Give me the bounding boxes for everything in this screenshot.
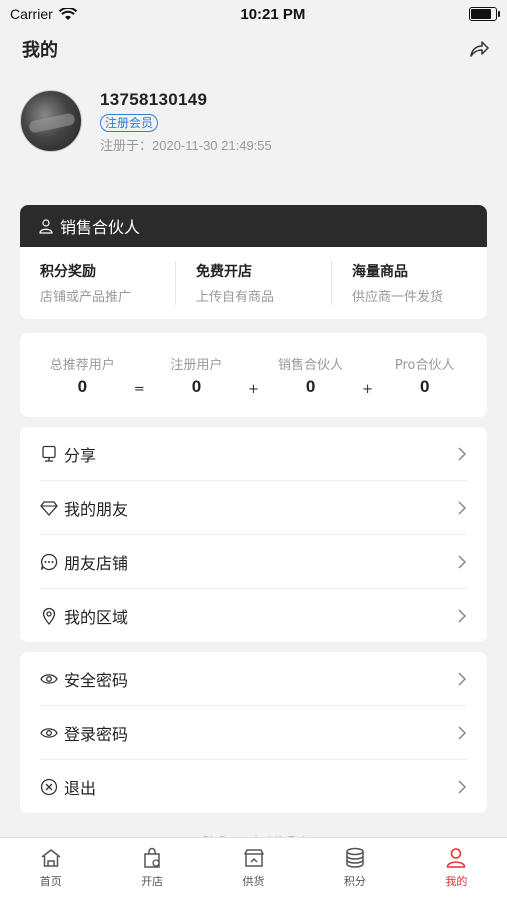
chevron-right-icon (458, 608, 467, 623)
menu-item-logout[interactable]: 退出 (40, 760, 467, 813)
tab-label: 积分 (343, 875, 366, 888)
shop-bag-icon (140, 846, 164, 870)
eye-icon (40, 670, 58, 688)
partner-benefit: 积分奖励 店铺或产品推广 (20, 261, 176, 305)
partner-card[interactable]: 销售合伙人 积分奖励 店铺或产品推广 免费开店 上传自有商品 海量商品 供应商一… (20, 205, 487, 319)
tab-label: 供货 (242, 875, 265, 888)
stat-value: 0 (305, 376, 316, 396)
menu-item-my-friends[interactable]: 我的朋友 (40, 481, 467, 535)
tab-open-store[interactable]: 开店 (101, 838, 202, 900)
stat-pro-partners[interactable]: Pro合伙人 0 (380, 354, 470, 397)
user-outline-icon (39, 219, 53, 234)
menu-group-security: 安全密码 登录密码 退出 (20, 652, 487, 813)
chat-icon (40, 553, 58, 571)
status-time: 10:21 PM (240, 5, 306, 23)
partner-benefit: 免费开店 上传自有商品 (176, 261, 332, 305)
coins-icon (343, 846, 367, 870)
benefit-subtitle: 店铺或产品推广 (40, 290, 132, 305)
page-title: 我的 (22, 40, 58, 61)
menu-item-share[interactable]: 分享 (40, 427, 467, 481)
wifi-icon (58, 7, 77, 20)
stat-value: 0 (191, 376, 202, 396)
stat-label: 销售合伙人 (278, 357, 344, 373)
tab-mine[interactable]: 我的 (406, 838, 507, 900)
tab-supply[interactable]: 供货 (203, 838, 304, 900)
store-icon (242, 846, 266, 870)
benefit-title: 积分奖励 (40, 264, 96, 280)
register-date: 注册于：2020-11-30 21:49:55 (100, 138, 272, 153)
plus-sign: + (362, 381, 374, 397)
carrier-label: Carrier (10, 6, 53, 22)
share-arrow-icon[interactable] (469, 40, 489, 58)
benefit-subtitle: 供应商一件发货 (352, 290, 444, 305)
partner-header-label: 销售合伙人 (60, 218, 141, 237)
chevron-right-icon (458, 554, 467, 569)
stat-label: Pro合伙人 (394, 357, 455, 373)
plus-sign: + (248, 381, 259, 397)
share-icon (40, 445, 58, 463)
stat-total-referrals[interactable]: 总推荐用户 0 (37, 354, 127, 397)
eye-icon (40, 724, 58, 742)
benefit-title: 免费开店 (196, 264, 252, 280)
battery-icon (468, 7, 500, 21)
menu-item-security-password[interactable]: 安全密码 (40, 652, 467, 706)
tab-label: 首页 (39, 875, 62, 888)
menu-item-label: 我的朋友 (64, 499, 129, 519)
profile-section: 13758130149 注册会员 注册于：2020-11-30 21:49:55 (0, 70, 507, 162)
chevron-right-icon (458, 446, 467, 461)
stat-registered-users[interactable]: 注册用户 0 (151, 354, 241, 397)
stat-label: 注册用户 (170, 357, 223, 373)
menu-item-label: 退出 (64, 778, 97, 798)
menu-group-main: 分享 我的朋友 朋友店铺 我的区域 (20, 427, 487, 642)
chevron-right-icon (458, 500, 467, 515)
equals-sign: = (133, 381, 145, 397)
tab-points[interactable]: 积分 (304, 838, 405, 900)
location-icon (40, 607, 58, 625)
tab-label: 开店 (141, 875, 164, 888)
avatar[interactable] (20, 90, 82, 152)
menu-item-label: 登录密码 (64, 724, 129, 744)
menu-item-friend-stores[interactable]: 朋友店铺 (40, 535, 467, 589)
menu-item-label: 安全密码 (64, 670, 129, 690)
partner-benefit: 海量商品 供应商一件发货 (332, 261, 487, 305)
close-circle-icon (40, 778, 58, 796)
tab-label: 我的 (445, 875, 468, 888)
partner-header: 销售合伙人 (20, 205, 487, 247)
menu-item-my-region[interactable]: 我的区域 (40, 589, 467, 642)
user-icon (444, 846, 468, 870)
stats-card: 总推荐用户 0 = 注册用户 0 + 销售合伙人 0 + Pro合伙人 0 (20, 333, 487, 417)
benefit-title: 海量商品 (352, 264, 408, 280)
home-icon (39, 846, 63, 870)
tab-bar: 首页 开店 供货 积分 我的 (0, 837, 507, 900)
diamond-icon (40, 499, 58, 517)
benefit-subtitle: 上传自有商品 (196, 290, 275, 305)
menu-item-login-password[interactable]: 登录密码 (40, 706, 467, 760)
phone-number: 13758130149 (100, 90, 208, 109)
chevron-right-icon (458, 725, 467, 740)
stat-sales-partners[interactable]: 销售合伙人 0 (266, 354, 356, 397)
stat-value: 0 (77, 376, 88, 396)
stat-label: 总推荐用户 (49, 357, 115, 373)
chevron-right-icon (458, 671, 467, 686)
member-badge: 注册会员 (100, 114, 159, 132)
menu-item-label: 分享 (64, 445, 97, 465)
stat-value: 0 (419, 376, 430, 396)
chevron-right-icon (458, 779, 467, 794)
menu-item-label: 朋友店铺 (64, 553, 129, 573)
nav-bar: 我的 (0, 28, 507, 70)
tab-home[interactable]: 首页 (0, 838, 101, 900)
status-bar: Carrier 10:21 PM (0, 0, 507, 28)
menu-item-label: 我的区域 (64, 607, 129, 627)
